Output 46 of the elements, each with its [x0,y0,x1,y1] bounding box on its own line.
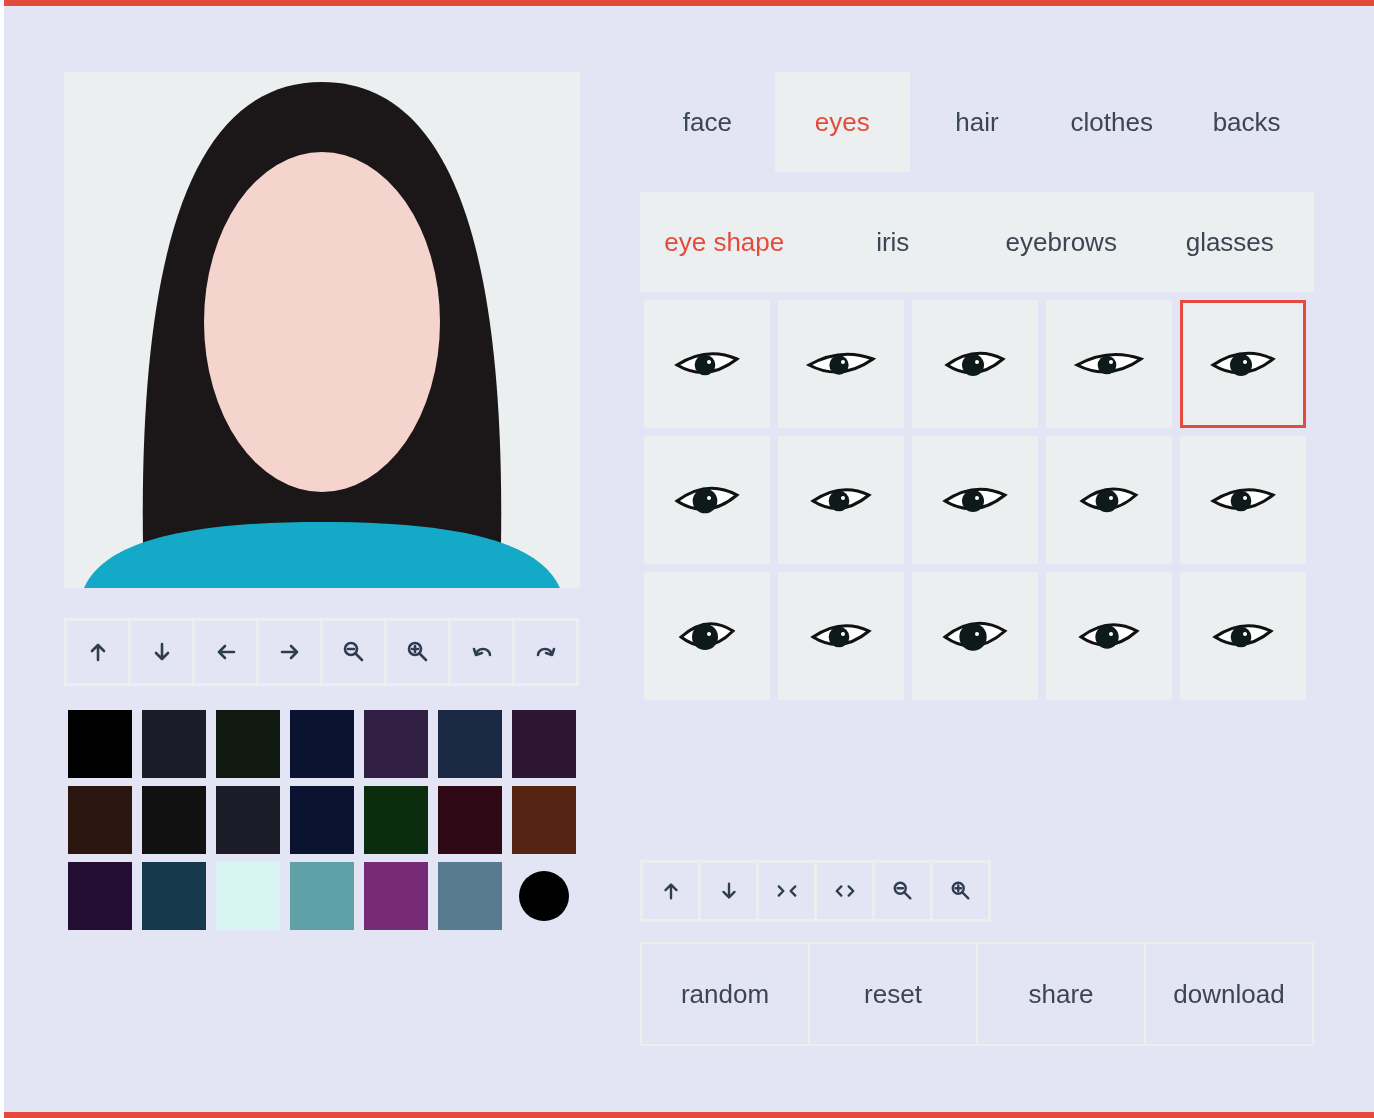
subcategory-tab[interactable]: glasses [1145,192,1314,292]
eye-shape-option[interactable] [644,300,770,428]
color-swatch[interactable] [68,862,132,930]
color-swatch[interactable] [438,862,502,930]
color-swatch[interactable] [364,862,428,930]
category-tab[interactable]: clothes [1044,72,1180,172]
color-swatch[interactable] [290,786,354,854]
zoom-out-icon [891,880,914,902]
eye-shape-option[interactable] [778,436,904,564]
eye-shape-option[interactable] [912,572,1038,700]
subcategory-tab[interactable]: iris [808,192,977,292]
color-swatch[interactable] [216,710,280,778]
eye-shape-option[interactable] [1180,300,1306,428]
category-tab[interactable]: backs [1179,72,1314,172]
eye-shape-option[interactable] [1046,436,1172,564]
color-swatch[interactable] [142,862,206,930]
color-swatch[interactable] [68,786,132,854]
eye-shape-option[interactable] [1046,300,1172,428]
zoom-out-icon [341,640,366,664]
category-tab[interactable]: face [640,72,775,172]
color-swatch[interactable] [364,786,428,854]
color-swatch[interactable] [438,786,502,854]
category-tab[interactable]: hair [909,72,1045,172]
eye-shape-option[interactable] [1180,572,1306,700]
color-swatch[interactable] [512,710,576,778]
eye-shape-option[interactable] [912,436,1038,564]
color-swatch[interactable] [519,871,569,921]
color-swatch[interactable] [216,786,280,854]
eye-shape-option[interactable] [778,300,904,428]
color-swatch[interactable] [290,710,354,778]
eye-shape-option[interactable] [912,300,1038,428]
color-swatch[interactable] [438,710,502,778]
color-swatch[interactable] [364,710,428,778]
eye-shape-option[interactable] [778,572,904,700]
zoom-in-icon [405,640,430,664]
color-swatch[interactable] [290,862,354,930]
subcategory-tab[interactable]: eyebrows [977,192,1146,292]
color-swatch[interactable] [68,710,132,778]
color-swatch[interactable] [512,786,576,854]
eye-shape-option[interactable] [644,436,770,564]
zoom-in-icon [949,880,972,902]
color-swatch[interactable] [142,710,206,778]
eye-shape-option[interactable] [644,572,770,700]
color-swatch[interactable] [142,786,206,854]
eye-shape-option[interactable] [1046,572,1172,700]
eye-shape-option[interactable] [1180,436,1306,564]
